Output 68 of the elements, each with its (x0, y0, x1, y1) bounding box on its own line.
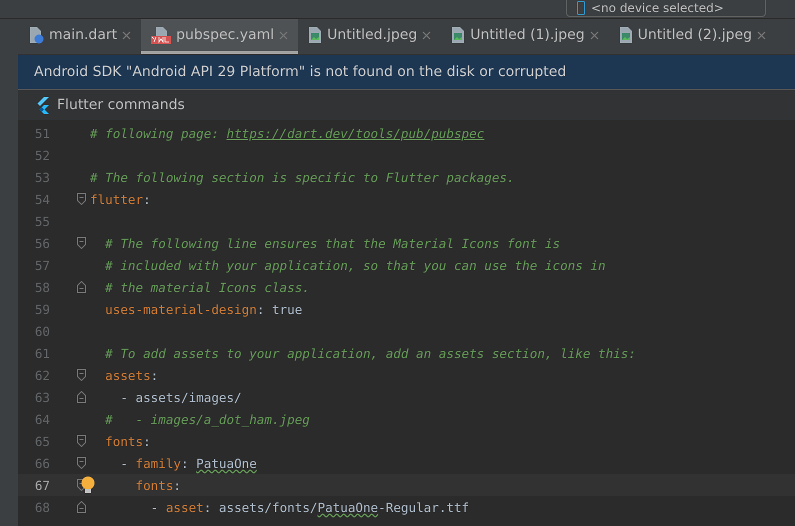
fold-marker-icon[interactable] (77, 479, 86, 491)
close-icon[interactable] (279, 30, 288, 40)
editor-tab[interactable]: main.dart (18, 19, 142, 54)
code-line: # The following line ensures that the Material Icons font is (104, 236, 560, 250)
image-file-icon (451, 26, 466, 44)
line-number: 52 (34, 146, 51, 164)
fold-marker-icon[interactable] (77, 281, 86, 293)
code-line: fonts: (134, 478, 181, 492)
code-line: # following page: https://dart.dev/tools/pub/pubspec (90, 126, 484, 140)
line-number: 58 (34, 278, 51, 296)
line-number: 61 (34, 344, 51, 362)
tab-label: pubspec.yaml (176, 27, 274, 43)
device-selector[interactable]: <no device selected> (566, 0, 766, 17)
tab-label: Untitled.jpeg (327, 27, 418, 43)
close-icon[interactable] (590, 30, 599, 40)
code-line: # The following section is specific to Flutter packages. (90, 170, 515, 184)
fold-marker-icon[interactable] (77, 369, 86, 381)
editor-tab[interactable]: Untitled.jpeg (298, 19, 442, 54)
fold-marker-icon[interactable] (77, 193, 86, 205)
fold-marker-icon[interactable] (77, 501, 86, 513)
tab-label: Untitled (2).jpeg (638, 27, 752, 43)
phone-icon (577, 1, 585, 15)
code-line: # - images/a_dot_ham.jpeg (104, 412, 310, 426)
fold-marker-icon[interactable] (77, 391, 86, 403)
line-number: 51 (34, 124, 51, 142)
code-line: # To add assets to your application, add an assets section, like this: (104, 346, 636, 360)
editor-tab[interactable]: Untitled (1).jpeg (441, 19, 609, 54)
line-number: 67 (34, 476, 51, 494)
image-file-icon (618, 26, 633, 44)
image-file-icon (308, 26, 322, 44)
close-icon[interactable] (122, 30, 132, 40)
line-number: 63 (34, 388, 51, 406)
code-line: - assets/images/ (119, 390, 242, 404)
code-line: fonts: (104, 434, 151, 448)
code-line: - asset: assets/fonts/PatuaOne-Regular.ttf (150, 500, 470, 514)
close-icon[interactable] (422, 30, 432, 40)
close-icon[interactable] (757, 30, 766, 40)
editor-tab[interactable]: pubspec.yaml (141, 19, 298, 54)
flutter-commands-link[interactable]: Flutter commands (57, 97, 185, 113)
tab-label: main.dart (49, 27, 118, 43)
code-line: assets: (104, 368, 158, 382)
line-number: 53 (34, 168, 51, 186)
line-number: 65 (34, 432, 51, 450)
code-line: uses-material-design: true (104, 302, 302, 316)
dart-file-icon (28, 26, 44, 44)
line-number: 66 (34, 454, 51, 472)
line-number: 62 (34, 366, 51, 384)
fold-marker-icon[interactable] (77, 237, 86, 249)
code-line: # the material Icons class. (104, 280, 310, 294)
line-number: 60 (34, 322, 51, 340)
lightbulb-icon[interactable] (80, 476, 96, 494)
line-number: 56 (34, 234, 51, 252)
fold-marker-icon[interactable] (77, 435, 86, 447)
code-line: # included with your application, so that you can use the icons in (104, 258, 606, 272)
tab-label: Untitled (1).jpeg (470, 27, 585, 43)
fold-marker-icon[interactable] (77, 457, 86, 469)
code-line: - family: PatuaOne (119, 456, 257, 470)
warning-banner: Android SDK "Android API 29 Platform" is not found on the disk or corrupted (18, 55, 795, 90)
flutter-logo-icon (36, 96, 50, 114)
line-number: 68 (34, 498, 51, 516)
line-number: 59 (34, 300, 51, 318)
code-line: flutter: (90, 192, 151, 206)
line-number: 57 (34, 256, 51, 274)
line-number: 54 (34, 190, 51, 208)
yaml-file-icon (151, 26, 172, 44)
editor-tab[interactable]: Untitled (2).jpeg (608, 19, 776, 54)
line-number: 64 (34, 410, 51, 428)
line-number: 55 (34, 212, 51, 230)
